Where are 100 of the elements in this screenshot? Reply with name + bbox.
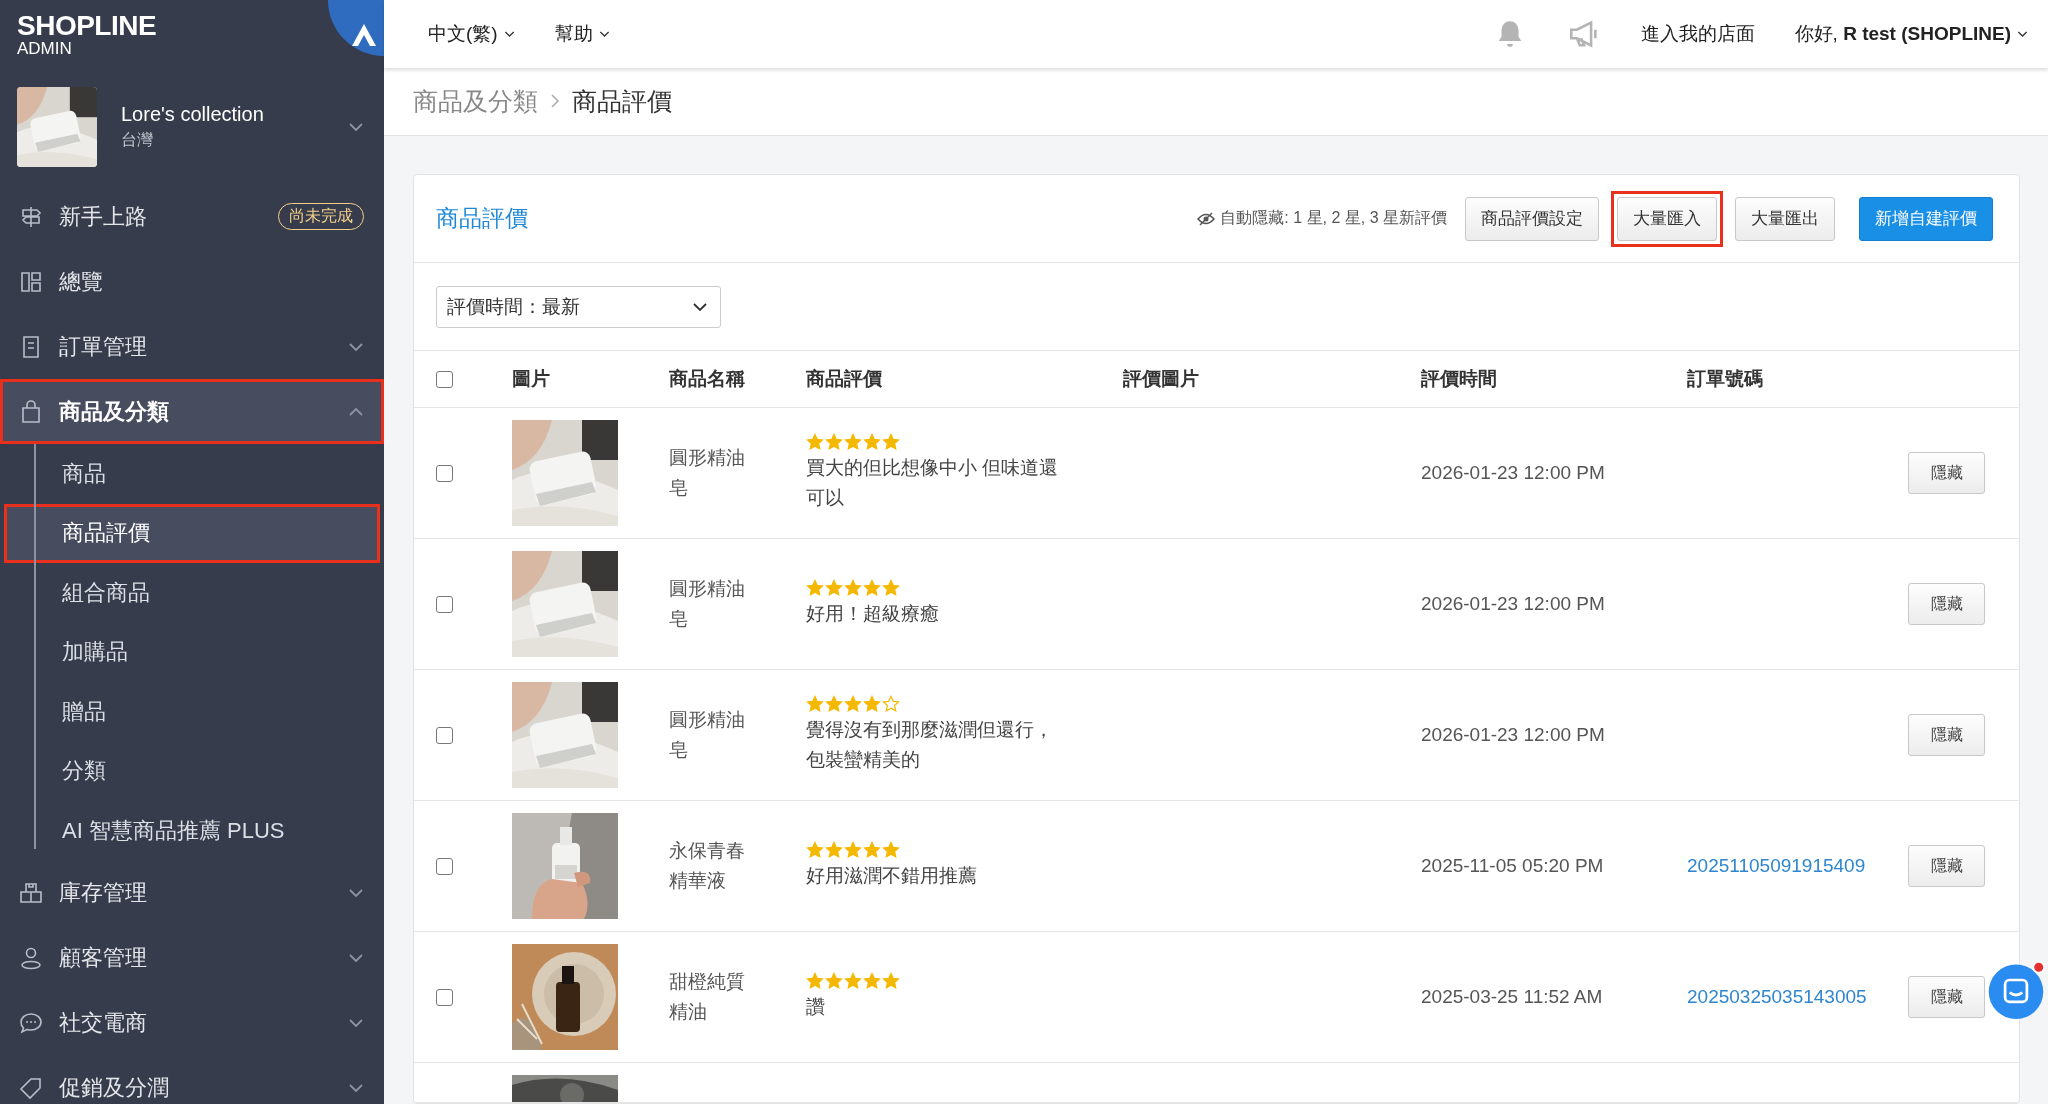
product-name: 圓形精油皂 — [669, 577, 746, 631]
star-icon — [825, 972, 843, 990]
hide-button[interactable]: 隱藏 — [1908, 714, 1985, 756]
star-icon — [825, 579, 843, 597]
chevron-icon — [348, 341, 364, 352]
star-icon — [825, 433, 843, 451]
chevron-icon — [598, 29, 610, 38]
star-icon — [863, 579, 881, 597]
store-name: Lore's collection — [121, 103, 265, 126]
review-text: 好用！超級療癒 — [806, 602, 940, 626]
hide-button[interactable]: 隱藏 — [1908, 845, 1985, 887]
chevron-icon — [503, 29, 515, 38]
sidebar-item[interactable]: 新手上路 尚未完成 — [0, 184, 384, 249]
auto-hide-note: 自動隱藏: 1 星, 2 星, 3 星新評價 — [1220, 208, 1447, 228]
menu-dropdown[interactable]: 幫助 — [554, 20, 610, 47]
star-icon — [844, 972, 862, 990]
star-icon — [863, 695, 881, 713]
chevron-icon — [692, 301, 708, 312]
star-icon — [844, 695, 862, 713]
star-icon — [882, 579, 900, 597]
hide-button[interactable]: 隱藏 — [1908, 452, 1985, 494]
sidebar-subitem[interactable]: 組合商品 — [4, 563, 380, 623]
chevron-icon — [348, 953, 364, 963]
dashboard-icon — [19, 269, 43, 294]
store-switcher[interactable]: Lore's collection 台灣 — [0, 70, 384, 184]
star-icon — [844, 579, 862, 597]
row-checkbox[interactable] — [436, 988, 453, 1006]
breadcrumb-item[interactable]: 商品及分類 — [413, 84, 538, 118]
star-icon — [882, 433, 900, 451]
chevron-icon — [348, 122, 364, 132]
tag-icon — [19, 1076, 43, 1100]
review-text: 買大的但比想像中小 但味道還可以 — [806, 456, 1060, 510]
sidebar-item[interactable]: 總覽 — [0, 249, 384, 314]
order-link[interactable]: 20251105091915409 — [1687, 855, 1866, 876]
sidebar-item[interactable]: 訂單管理 — [0, 314, 384, 379]
toolbar-button[interactable]: 大量匯出 — [1735, 196, 1835, 241]
sidebar-item[interactable]: 促銷及分潤 — [0, 1055, 384, 1104]
row-checkbox[interactable] — [436, 464, 453, 482]
column-header: 訂單號碼 — [1687, 367, 1764, 391]
review-time: 2026-01-23 12:00 PM — [1421, 593, 1606, 615]
chevron-icon — [348, 406, 364, 417]
bag-icon — [19, 399, 43, 424]
sidebar-subitem[interactable]: 加購品 — [4, 622, 380, 682]
user-menu[interactable]: 你好, R test (SHOPLINE) — [1794, 20, 2028, 47]
store-link[interactable]: 進入我的店面 — [1640, 20, 1755, 47]
select-all-checkbox[interactable] — [436, 370, 453, 388]
star-icon — [825, 841, 843, 859]
sort-dropdown[interactable]: 評價時間：最新 — [436, 285, 721, 328]
card-title: 商品評價 — [436, 204, 529, 233]
review-text: 好用滋潤不錯用推薦 — [806, 864, 978, 888]
brand-logo[interactable]: SHOPLINE — [17, 12, 157, 40]
app-logo-icon[interactable] — [328, 0, 384, 56]
chevron-icon — [348, 888, 364, 898]
chevron-right-icon — [550, 94, 560, 109]
star-icon — [806, 841, 824, 859]
row-checkbox[interactable] — [436, 726, 453, 744]
chevron-icon — [348, 1018, 364, 1028]
sidebar-subitem[interactable]: 贈品 — [4, 682, 380, 742]
eye-slash-icon — [1197, 211, 1216, 226]
chat-bubble-icon — [19, 1011, 43, 1035]
column-header: 評價圖片 — [1123, 367, 1200, 391]
hide-button[interactable]: 隱藏 — [1908, 583, 1985, 625]
sidebar-item[interactable]: 社交電商 — [0, 990, 384, 1056]
signpost-icon — [19, 204, 43, 229]
sidebar-subitem[interactable]: 商品 — [4, 444, 380, 504]
breadcrumb-item: 商品評價 — [572, 85, 672, 117]
brand-subtitle: ADMIN — [17, 40, 72, 58]
product-name: 圓形精油皂 — [669, 708, 746, 762]
menu-dropdown[interactable]: 中文(繁) — [428, 20, 515, 47]
sidebar-subitem[interactable]: AI 智慧商品推薦 PLUS — [4, 801, 380, 861]
star-outline-icon — [882, 695, 900, 713]
chat-icon[interactable] — [1986, 960, 2046, 1020]
review-time: 2026-01-23 12:00 PM — [1421, 724, 1606, 746]
sidebar-subitem[interactable]: 商品評價 — [4, 503, 380, 563]
star-icon — [825, 695, 843, 713]
row-checkbox[interactable] — [436, 595, 453, 613]
toolbar-button[interactable]: 商品評價設定 — [1465, 196, 1599, 241]
sidebar-subitem[interactable]: 分類 — [4, 741, 380, 801]
star-icon — [863, 841, 881, 859]
hide-button[interactable]: 隱藏 — [1908, 976, 1985, 1018]
star-icon — [882, 841, 900, 859]
star-icon — [806, 579, 824, 597]
column-header: 評價時間 — [1421, 367, 1498, 391]
sidebar-item[interactable]: 顧客管理 — [0, 925, 384, 991]
star-icon — [882, 972, 900, 990]
chevron-icon — [2017, 29, 2028, 38]
star-icon — [844, 841, 862, 859]
review-time: 2025-11-05 05:20 PM — [1421, 855, 1605, 877]
column-header: 圖片 — [512, 367, 551, 391]
person-icon — [19, 946, 43, 970]
product-name: 永保青春精華液 — [669, 839, 746, 893]
review-text: 讚 — [806, 995, 826, 1019]
order-link[interactable]: 20250325035143005 — [1687, 986, 1867, 1007]
review-time: 2025-03-25 11:52 AM — [1421, 986, 1604, 1008]
column-header: 商品評價 — [806, 367, 883, 391]
star-icon — [806, 972, 824, 990]
sidebar-item[interactable]: 商品及分類 — [0, 379, 384, 444]
toolbar-button[interactable]: 大量匯入 — [1617, 196, 1717, 241]
sidebar-item[interactable]: 庫存管理 — [0, 860, 384, 926]
row-checkbox[interactable] — [436, 857, 453, 875]
